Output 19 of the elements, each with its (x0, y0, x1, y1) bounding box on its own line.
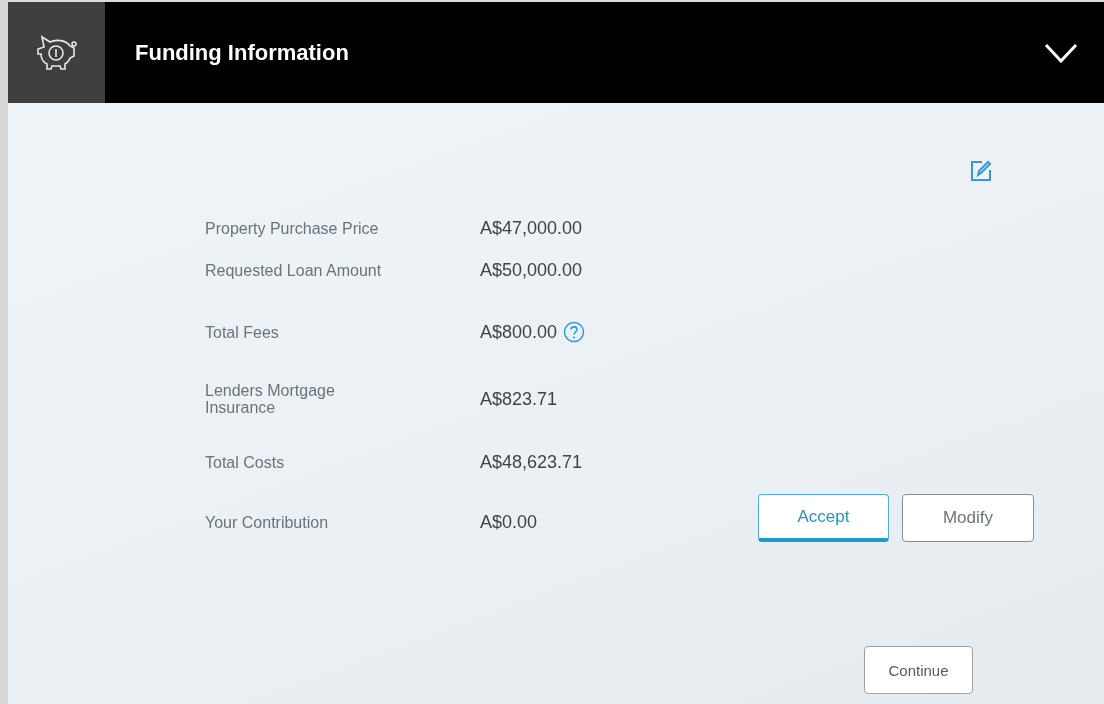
edit-icon[interactable] (970, 160, 992, 182)
field-label: Requested Loan Amount (205, 261, 383, 279)
field-value: A$800.00 (480, 321, 558, 343)
continue-button[interactable]: Continue (864, 646, 973, 694)
field-value: A$47,000.00 (480, 217, 583, 239)
chevron-down-icon[interactable] (1044, 42, 1078, 63)
field-value: A$50,000.00 (480, 259, 583, 281)
field-value: A$48,623.71 (480, 451, 583, 473)
field-label: Total Fees (205, 323, 280, 341)
field-value: A$0.00 (480, 511, 538, 533)
field-label: Lenders Mortgage Insurance (205, 382, 336, 416)
accept-button[interactable]: Accept (758, 494, 889, 542)
field-label: Total Costs (205, 453, 286, 471)
modify-button[interactable]: Modify (902, 494, 1034, 542)
panel-title: Funding Information (135, 39, 350, 66)
field-label: Your Contribution (205, 513, 330, 531)
field-value: A$823.71 (480, 388, 558, 410)
help-icon[interactable] (563, 321, 586, 343)
field-label: Property Purchase Price (205, 219, 380, 237)
